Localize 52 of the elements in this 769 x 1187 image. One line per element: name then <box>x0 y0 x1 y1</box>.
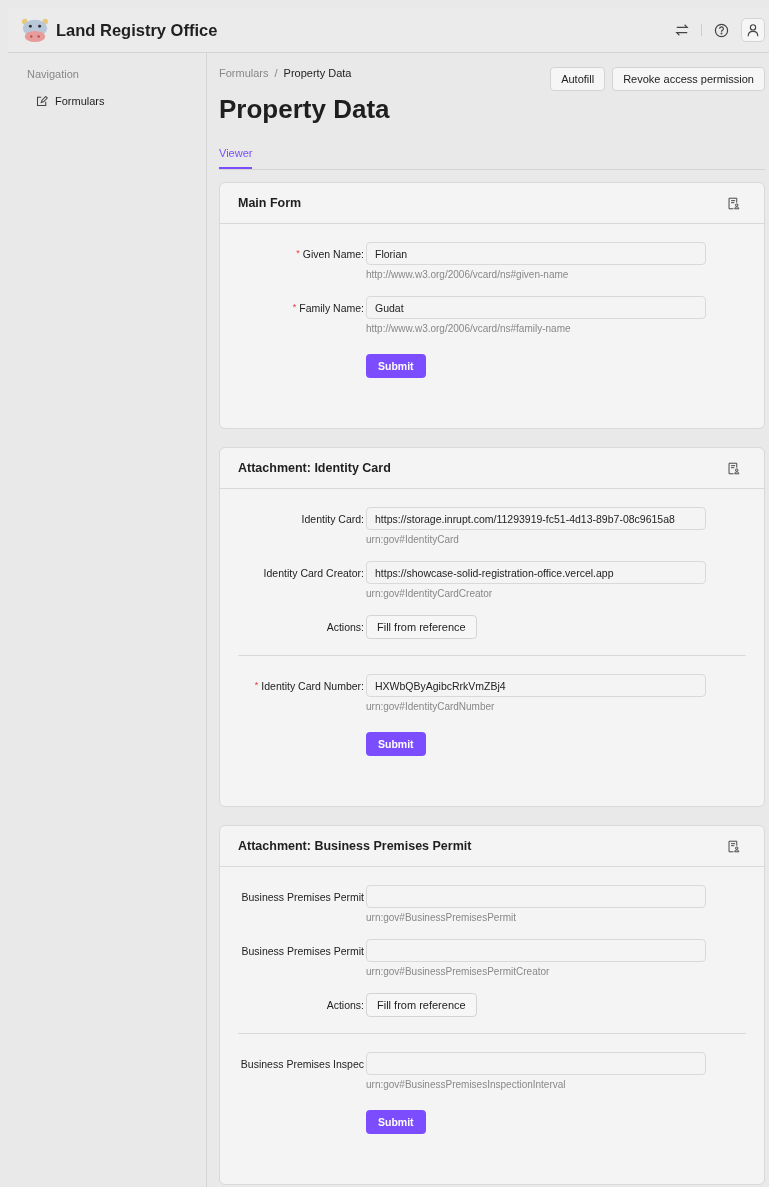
app-title: Land Registry Office <box>56 20 218 40</box>
field-label: Identity Card: <box>301 513 364 527</box>
field-label: Business Premises Permit <box>241 945 364 959</box>
cow-logo-icon <box>20 17 50 43</box>
page-title: Property Data <box>219 94 391 125</box>
autofill-button[interactable]: Autofill <box>550 67 606 91</box>
field-hint: urn:gov#IdentityCardNumber <box>366 701 495 712</box>
input-field[interactable]: HXWbQByAgibcRrkVmZBj4 <box>366 674 706 697</box>
field-hint: http://www.w3.org/2006/vcard/ns#given-name <box>366 269 569 280</box>
nav-item[interactable]: Formulars <box>27 95 206 107</box>
submit-button[interactable]: Submit <box>366 1110 426 1134</box>
swap-icon[interactable] <box>675 23 689 37</box>
card-title: Attachment: Identity Card <box>238 461 391 475</box>
fill-from-reference-button[interactable]: Fill from reference <box>366 993 477 1017</box>
breadcrumb-link[interactable]: Property Data <box>283 67 352 79</box>
help-icon[interactable] <box>714 22 729 38</box>
field-hint: http://www.w3.org/2006/vcard/ns#family-name <box>366 323 571 334</box>
card-title: Attachment: Business Premises Permit <box>238 839 472 853</box>
field-label: * Family Name: <box>292 302 364 316</box>
input-field[interactable]: Florian <box>366 242 706 265</box>
fill-from-reference-button[interactable]: Fill from reference <box>366 615 477 639</box>
card-title: Main Form <box>238 196 302 210</box>
edit-icon <box>36 95 48 107</box>
field-label: Actions: <box>326 621 364 635</box>
field-label: Actions: <box>326 999 364 1013</box>
field-hint: urn:gov#BusinessPremisesPermitCreator <box>366 966 550 977</box>
breadcrumb-separator: / <box>274 67 278 79</box>
document-person-icon[interactable] <box>727 839 740 853</box>
document-person-icon[interactable] <box>727 461 740 475</box>
input-field[interactable] <box>366 939 706 962</box>
tab[interactable]: Viewer <box>219 147 253 169</box>
input-field[interactable] <box>366 1052 706 1075</box>
field-label: Business Premises Permit <box>241 891 364 905</box>
document-person-icon[interactable] <box>727 196 740 210</box>
input-field[interactable] <box>366 885 706 908</box>
field-hint: urn:gov#BusinessPremisesInspectionInterval <box>366 1079 566 1090</box>
user-icon <box>746 23 760 37</box>
field-hint: urn:gov#BusinessPremisesPermit <box>366 912 517 923</box>
input-field[interactable]: Gudat <box>366 296 706 319</box>
input-field[interactable]: https://showcase-solid-registration-office.vercel.app <box>366 561 706 584</box>
field-hint: urn:gov#IdentityCardCreator <box>366 588 493 599</box>
nav-heading: Navigation <box>27 68 80 80</box>
submit-button[interactable]: Submit <box>366 732 426 756</box>
field-label: * Identity Card Number: <box>254 680 364 694</box>
revoke-button[interactable]: Revoke access permission <box>612 67 765 91</box>
field-label: * Given Name: <box>296 248 364 262</box>
input-field[interactable]: https://storage.inrupt.com/11293919-fc51-4d13-89b7-08c9615a8 <box>366 507 706 530</box>
field-hint: urn:gov#IdentityCard <box>366 534 459 545</box>
submit-button[interactable]: Submit <box>366 354 426 378</box>
field-label: Business Premises Inspec <box>240 1058 364 1072</box>
user-button[interactable] <box>741 18 765 42</box>
field-label: Identity Card Creator: <box>263 567 364 581</box>
